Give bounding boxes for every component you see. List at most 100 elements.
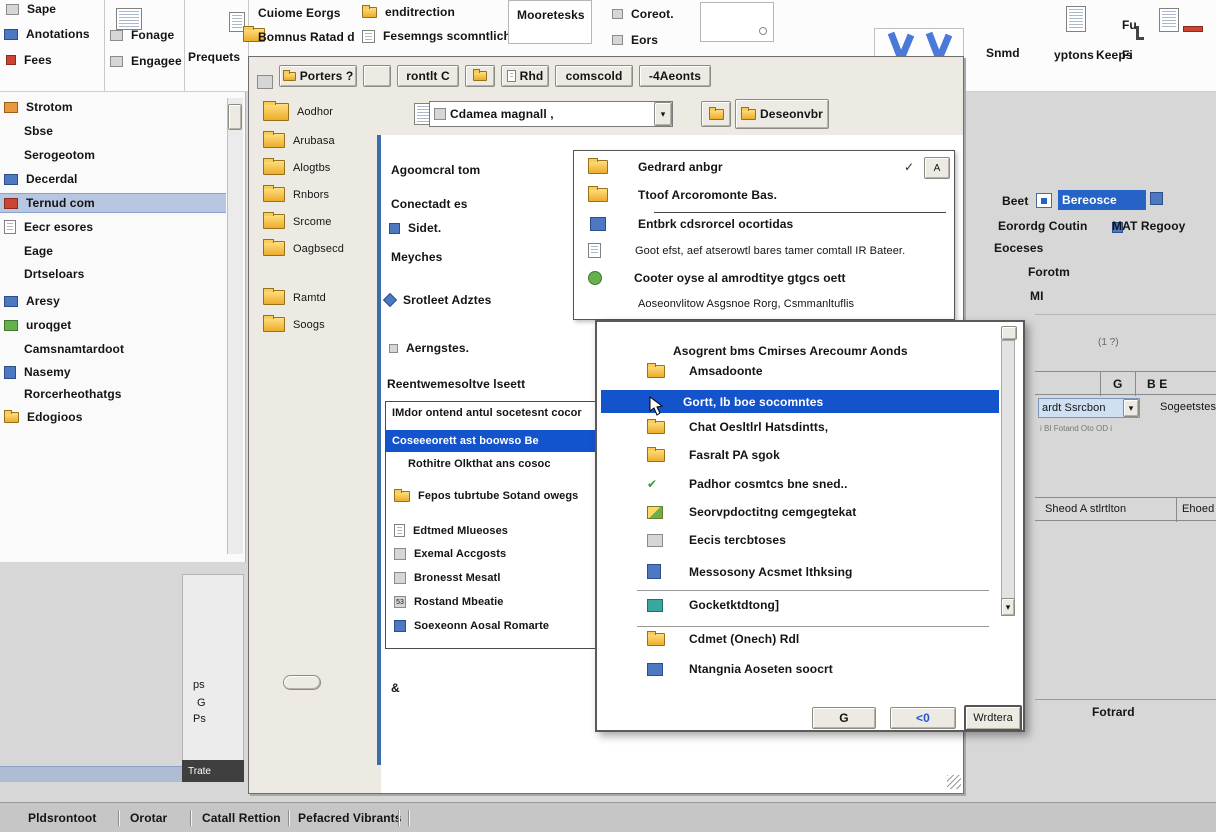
chevron-down-icon[interactable]: [1123, 399, 1139, 417]
sidebar-item[interactable]: Camsnamtardoot: [24, 342, 124, 356]
sidebar-item[interactable]: Aresy: [4, 294, 60, 308]
folder-tool-button[interactable]: [465, 65, 495, 87]
menu-item[interactable]: Goot efst, aef atserowtl bares tamer com…: [588, 243, 905, 258]
sidebar-item-selected[interactable]: Ternud com: [0, 193, 226, 213]
rhd-button[interactable]: Rhd: [501, 65, 549, 87]
folder-entry[interactable]: Arubasa: [263, 133, 335, 148]
checkbox[interactable]: [1036, 193, 1052, 208]
toolbar-item-label[interactable]: Bomnus Ratad d: [258, 30, 355, 44]
rontlt-button[interactable]: rontlt C: [397, 65, 459, 87]
selected-combo[interactable]: Bereosce: [1058, 190, 1146, 210]
toolbar-small-button[interactable]: [363, 65, 391, 87]
sidebar-item[interactable]: Nasemy: [4, 365, 71, 379]
option-item[interactable]: IMdor ontend antul socetesnt cocor: [392, 407, 582, 419]
popup-item[interactable]: Eecis tercbtoses: [647, 533, 786, 547]
column-divider: [1100, 372, 1101, 396]
porters-button[interactable]: Porters ?: [279, 65, 357, 87]
form-icon[interactable]: [116, 8, 142, 30]
popup-item[interactable]: Messosony Acsmet lthksing: [647, 564, 852, 579]
menu-item[interactable]: Cooter oyse al amrodtitye gtgcs oett: [588, 271, 846, 285]
toolbar-item-label[interactable]: Fu: [1122, 18, 1137, 32]
address-combo[interactable]: Cdamea magnall ,: [429, 101, 673, 127]
popup-help-button[interactable]: <0: [890, 707, 956, 729]
sidebar-item[interactable]: Sbse: [24, 124, 53, 138]
toolbar-item[interactable]: Fees: [6, 53, 52, 67]
menu-item[interactable]: Entbrk cdsrorcel ocortidas: [590, 217, 793, 231]
button-label: <0: [916, 711, 930, 725]
sidebar-item[interactable]: Rorcerheothatgs: [24, 387, 122, 401]
folder-entry[interactable]: Srcome: [263, 214, 332, 229]
list-item[interactable]: Sidet.: [389, 221, 441, 235]
folder-entry[interactable]: Ramtd: [263, 290, 326, 305]
folder-entry[interactable]: Soogs: [263, 317, 325, 332]
list-item[interactable]: Meyches: [391, 250, 442, 264]
toolbar-item[interactable]: Sape: [6, 2, 56, 16]
toolbar-item[interactable]: enditrection: [362, 5, 455, 19]
sidebar-item[interactable]: uroqget: [4, 318, 71, 332]
folder-entry[interactable]: Aodhor: [263, 103, 333, 121]
sidebar-item[interactable]: Drtseloars: [24, 267, 84, 281]
option-item[interactable]: Bronesst Mesatl: [394, 572, 500, 584]
chevron-down-icon[interactable]: [654, 102, 672, 126]
deseonvbr-button[interactable]: Deseonvbr: [735, 99, 829, 129]
resize-grip[interactable]: [947, 775, 961, 789]
popup-item[interactable]: Seorvpdoctitng cemgegtekat: [647, 505, 856, 519]
sidebar-item[interactable]: Strotom: [4, 100, 73, 114]
toolbar-item[interactable]: Fonage: [110, 28, 174, 42]
list-item[interactable]: Reentwemesoltve lseett: [387, 377, 525, 391]
option-item[interactable]: Fepos tubrtube Sotand owegs: [394, 490, 578, 502]
toolbar-item-label[interactable]: Cuiome Eorgs: [258, 6, 341, 20]
menu-item[interactable]: Aoseonvlitow Asgsnoe Rorg, Csmmanltuflis: [638, 298, 854, 310]
sidebar-item[interactable]: Decerdal: [4, 172, 78, 186]
sidebar-item[interactable]: Eecr esores: [4, 220, 93, 234]
list-item[interactable]: Agoomcral tom: [391, 163, 480, 177]
up-folder-button[interactable]: [701, 101, 731, 127]
checkmark-icon: [647, 477, 663, 491]
option-item[interactable]: 53 Rostand Mbeatie: [394, 596, 504, 608]
toolbar-item[interactable]: Fesemngs scomntlich: [362, 29, 511, 43]
toolbar-item[interactable]: Engagee: [110, 54, 182, 68]
menu-item[interactable]: Gedrard anbgr: [588, 160, 723, 174]
menu-item[interactable]: Ttoof Arcoromonte Bas.: [588, 188, 777, 202]
popup-item[interactable]: Chat Oesltlrl Hatsdintts,: [647, 420, 828, 434]
document-icon[interactable]: [1066, 6, 1086, 32]
section-combo[interactable]: ardt Ssrcbon: [1038, 398, 1140, 418]
globe-icon: [588, 271, 602, 285]
popup-ok-button[interactable]: G: [812, 707, 876, 729]
popup-item[interactable]: Gocketktdtong]: [647, 598, 779, 612]
option-item-selected[interactable]: Coseeeorett ast boowso Be: [386, 430, 602, 452]
sidebar-item[interactable]: Eage: [24, 244, 53, 258]
option-item[interactable]: Soexeonn Aosal Romarte: [394, 620, 549, 632]
report-icon[interactable]: [1159, 8, 1179, 32]
option-item[interactable]: Rothitre Olkthat ans cosoc: [408, 458, 551, 470]
toolbar-item[interactable]: Coreot.: [612, 7, 674, 21]
option-item[interactable]: Exemal Accgosts: [394, 548, 506, 560]
small-pill-button[interactable]: [283, 675, 321, 690]
aeonts-button[interactable]: -4Aeonts: [639, 65, 711, 87]
folder-entry[interactable]: Alogtbs: [263, 160, 330, 175]
table-header: G B E: [1035, 371, 1216, 395]
toolbar-item-label[interactable]: Prequets: [188, 50, 240, 64]
sidebar-item[interactable]: Serogeotom: [24, 148, 95, 162]
folder-entry[interactable]: Oagbsecd: [263, 241, 344, 256]
option-item[interactable]: Edtmed Mlueoses: [394, 524, 508, 537]
popup-item[interactable]: Padhor cosmtcs bne sned..: [647, 477, 848, 491]
sidebar-item[interactable]: Edogioos: [4, 410, 82, 424]
popup-item[interactable]: Cdmet (Onech) Rdl: [647, 632, 799, 646]
glyph-text: Ps: [193, 713, 206, 725]
toolbar-item[interactable]: Eors: [612, 33, 658, 47]
folder-entry[interactable]: Rnbors: [263, 187, 329, 202]
sidebar-scrollbar-thumb[interactable]: [228, 104, 242, 130]
list-item[interactable]: Srotleet Adztes: [385, 293, 491, 307]
list-item[interactable]: Conectadt es: [391, 197, 468, 211]
sidebar-item-label: Ternud com: [26, 196, 95, 210]
popup-item[interactable]: Ntangnia Aoseten soocrt: [647, 662, 833, 676]
tab-mooretesks[interactable]: Mooretesks: [508, 0, 592, 44]
list-item[interactable]: Aerngstes.: [389, 341, 469, 355]
popup-item[interactable]: Amsadoonte: [647, 364, 763, 378]
sidebar-scrollbar[interactable]: [227, 98, 243, 554]
toolbar-item[interactable]: Anotations: [4, 27, 90, 41]
menu-side-button[interactable]: A: [924, 157, 950, 179]
comscold-button[interactable]: comscold: [555, 65, 633, 87]
popup-item[interactable]: Fasralt PA sgok: [647, 448, 780, 462]
